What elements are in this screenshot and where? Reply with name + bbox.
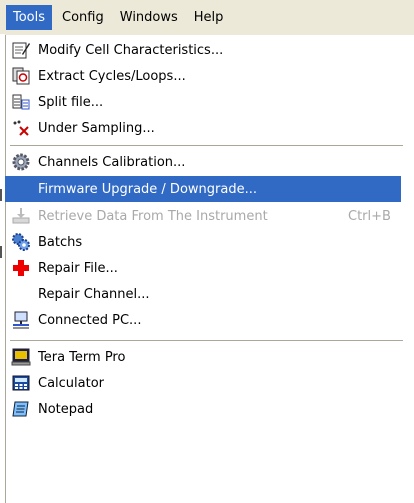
menu-item-label: Extract Cycles/Loops... bbox=[38, 68, 186, 84]
menu-bar: Tools Config Windows Help bbox=[0, 0, 414, 35]
menu-item-extract-cycles-loops[interactable]: Extract Cycles/Loops... bbox=[5, 63, 401, 89]
menu-item-channels-calibration[interactable]: Channels Calibration... bbox=[5, 149, 401, 175]
menu-config[interactable]: Config bbox=[56, 5, 110, 30]
menu-item-label: Firmware Upgrade / Downgrade... bbox=[38, 181, 257, 197]
menu-item-label: Under Sampling... bbox=[38, 120, 155, 136]
menu-item-label: Notepad bbox=[38, 401, 94, 417]
notepad-icon bbox=[11, 399, 31, 419]
menu-separator bbox=[10, 145, 403, 146]
extract-icon bbox=[11, 66, 31, 86]
menu-item-label: Calculator bbox=[38, 375, 105, 391]
menu-item-calculator[interactable]: Calculator bbox=[5, 370, 401, 396]
menu-help[interactable]: Help bbox=[188, 5, 230, 30]
menu-item-label: Connected PC... bbox=[38, 312, 142, 328]
batch-icon bbox=[11, 232, 31, 252]
menu-item-label: Retrieve Data From The Instrument bbox=[38, 208, 268, 224]
menu-item-repair-file[interactable]: Repair File... bbox=[5, 255, 401, 281]
menu-windows[interactable]: Windows bbox=[114, 5, 184, 30]
retrieve-icon bbox=[11, 206, 31, 226]
menu-tools[interactable]: Tools bbox=[6, 5, 53, 30]
menu-item-repair-channel[interactable]: Repair Channel... bbox=[5, 281, 401, 307]
network-pc-icon bbox=[11, 310, 31, 330]
split-file-icon bbox=[11, 92, 31, 112]
menu-item-label: Repair File... bbox=[38, 260, 118, 276]
shortcut-label: Ctrl+B bbox=[348, 208, 391, 224]
menu-item-label: Modify Cell Characteristics... bbox=[38, 42, 224, 58]
red-cross-icon bbox=[11, 258, 31, 278]
menu-item-retrieve-data[interactable]: Retrieve Data From The Instrument Ctrl+B bbox=[5, 203, 401, 229]
menu-item-connected-pc[interactable]: Connected PC... bbox=[5, 307, 401, 333]
menu-item-label: Tera Term Pro bbox=[38, 349, 126, 365]
menu-item-notepad[interactable]: Notepad bbox=[5, 396, 401, 422]
menu-item-modify-cell-characteristics[interactable]: Modify Cell Characteristics... bbox=[5, 37, 401, 63]
menu-item-firmware-upgrade-downgrade[interactable]: Firmware Upgrade / Downgrade... bbox=[5, 176, 401, 202]
menu-item-label: Repair Channel... bbox=[38, 286, 150, 302]
menu-item-label: Batchs bbox=[38, 234, 83, 250]
gear-icon bbox=[11, 152, 31, 172]
menu-item-under-sampling[interactable]: Under Sampling... bbox=[5, 115, 401, 141]
terminal-icon bbox=[11, 347, 31, 367]
menu-item-tera-term-pro[interactable]: Tera Term Pro bbox=[5, 344, 401, 370]
under-sampling-icon bbox=[11, 118, 31, 138]
menu-item-batchs[interactable]: Batchs bbox=[5, 229, 401, 255]
menu-item-label: Channels Calibration... bbox=[38, 154, 186, 170]
menu-item-split-file[interactable]: Split file... bbox=[5, 89, 401, 115]
menu-separator bbox=[10, 340, 403, 341]
calculator-icon bbox=[11, 373, 31, 393]
menu-item-label: Split file... bbox=[38, 94, 104, 110]
edit-cell-icon bbox=[11, 40, 31, 60]
